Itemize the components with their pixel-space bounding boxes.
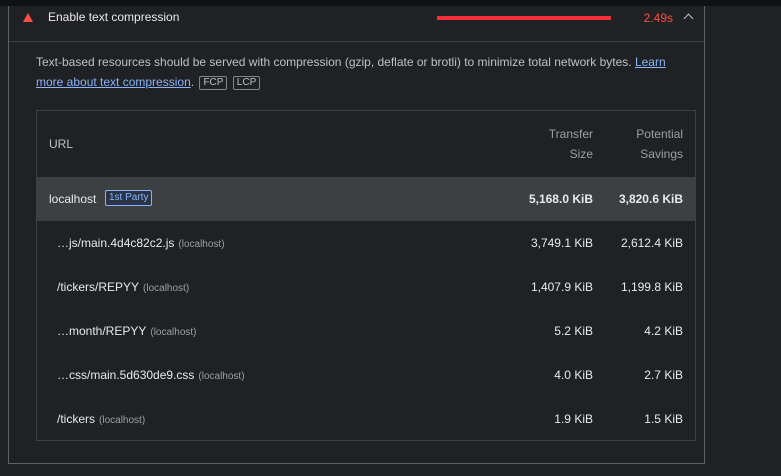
row-transfer-size: 3,749.1 KiB <box>530 236 593 250</box>
description-end: . <box>190 75 195 89</box>
table-row: …js/main.4d4c82c2.js (localhost) 3,749.1 … <box>37 221 695 265</box>
group-name: localhost <box>49 192 97 206</box>
audit-description: Text-based resources should be served wi… <box>36 52 676 92</box>
table-row: /tickers/REPYY (localhost) 1,407.9 KiB 1,… <box>37 265 695 309</box>
column-header-potential-savings: Potential Savings <box>603 124 683 164</box>
warning-triangle-icon <box>23 13 33 22</box>
row-url[interactable]: /tickers/REPYY (localhost) <box>57 280 189 294</box>
audit-title: Enable text compression <box>48 10 180 24</box>
row-potential-savings: 1.5 KiB <box>644 412 683 426</box>
column-header-url: URL <box>49 137 74 151</box>
chevron-up-icon[interactable] <box>683 13 694 24</box>
row-url[interactable]: …month/REPYY (localhost) <box>57 324 197 338</box>
row-host: (localhost) <box>150 327 197 338</box>
column-header-transfer-size: Transfer Size <box>513 124 593 164</box>
metric-tag-fcp: FCP <box>199 76 228 90</box>
row-url[interactable]: …css/main.5d630de9.css (localhost) <box>57 368 245 382</box>
row-transfer-size: 4.0 KiB <box>554 368 593 382</box>
metric-bar-fill <box>437 16 611 20</box>
row-potential-savings: 1,199.8 KiB <box>620 280 683 294</box>
transfer-header-line1: Transfer <box>548 127 593 141</box>
metric-bar <box>437 16 611 20</box>
transfer-header-line2: Size <box>569 147 593 161</box>
details-table: URL Transfer Size Potential Savings loca… <box>36 110 696 441</box>
row-transfer-size: 1.9 KiB <box>554 412 593 426</box>
table-row: …css/main.5d630de9.css (localhost) 4.0 Ki… <box>37 353 695 397</box>
audit-panel: Enable text compression 2.49s Text-based… <box>8 6 706 464</box>
row-url[interactable]: /tickers (localhost) <box>57 412 145 426</box>
row-transfer-size: 1,407.9 KiB <box>530 280 593 294</box>
group-transfer-size: 5,168.0 KiB <box>528 192 593 206</box>
group-row-localhost: localhost 1st Party 5,168.0 KiB 3,820.6 … <box>37 177 695 221</box>
first-party-badge: 1st Party <box>105 190 153 206</box>
row-host: (localhost) <box>178 239 225 250</box>
row-potential-savings: 2.7 KiB <box>644 368 683 382</box>
row-url[interactable]: …js/main.4d4c82c2.js (localhost) <box>57 236 225 250</box>
group-potential-savings: 3,820.6 KiB <box>618 192 683 206</box>
row-host: (localhost) <box>198 371 245 382</box>
metric-tag-lcp: LCP <box>232 76 261 90</box>
row-host: (localhost) <box>99 415 146 426</box>
row-transfer-size: 5.2 KiB <box>554 324 593 338</box>
description-text: Text-based resources should be served wi… <box>36 55 635 69</box>
row-host: (localhost) <box>143 283 190 294</box>
audit-header[interactable]: Enable text compression 2.49s <box>9 6 706 42</box>
audit-metric-value: 2.49s <box>643 11 673 25</box>
table-row: …month/REPYY (localhost) 5.2 KiB 4.2 KiB <box>37 309 695 353</box>
savings-header-line2: Savings <box>640 147 683 161</box>
row-potential-savings: 2,612.4 KiB <box>620 236 683 250</box>
row-potential-savings: 4.2 KiB <box>644 324 683 338</box>
savings-header-line1: Potential <box>636 127 683 141</box>
table-row: /tickers (localhost) 1.9 KiB 1.5 KiB <box>37 397 695 441</box>
